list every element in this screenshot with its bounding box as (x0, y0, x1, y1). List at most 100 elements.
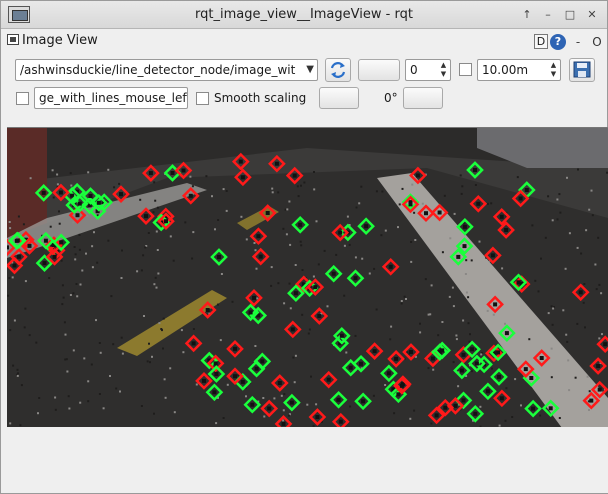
rotate-right-button[interactable] (403, 87, 443, 109)
texture-dot (384, 384, 387, 386)
texture-dot (277, 191, 280, 194)
texture-dot (449, 237, 452, 240)
click-topic-field[interactable]: ge_with_lines_mouse_left (34, 87, 188, 109)
marker-center (415, 173, 420, 178)
texture-dot (414, 239, 417, 241)
marker-center (394, 356, 399, 361)
texture-dot (9, 422, 12, 425)
close-icon[interactable]: ✕ (584, 7, 600, 23)
texture-dot (217, 219, 220, 221)
image-view[interactable] (7, 127, 608, 427)
marker-center (292, 173, 297, 178)
minimize-icon[interactable]: – (540, 7, 556, 23)
dock-close-button[interactable]: - (571, 34, 585, 50)
width-field[interactable] (358, 59, 400, 81)
texture-dot (147, 232, 150, 234)
range-up-icon[interactable]: ▲ (548, 61, 559, 70)
texture-dot (326, 305, 329, 308)
marker-center (148, 171, 153, 176)
help-icon[interactable]: ? (550, 34, 566, 50)
texture-dot (87, 171, 90, 174)
marker-center (290, 327, 295, 332)
texture-dot (28, 334, 31, 337)
marker-center (485, 389, 490, 394)
texture-dot (586, 375, 589, 378)
texture-dot (9, 329, 12, 332)
range-spin-box[interactable]: 10.00m ▲ ▼ (477, 59, 561, 81)
keep-above-icon[interactable]: ↑ (519, 7, 535, 23)
texture-dot (576, 322, 579, 325)
texture-dot (459, 174, 462, 177)
texture-dot (294, 264, 297, 266)
texture-dot (79, 283, 82, 286)
texture-dot (148, 342, 150, 345)
texture-dot (91, 245, 94, 248)
marker-center (212, 390, 217, 395)
texture-dot (591, 214, 594, 217)
texture-dot (245, 238, 248, 241)
range-checkbox[interactable] (459, 63, 472, 76)
refresh-button[interactable] (325, 58, 351, 82)
texture-dot (271, 187, 274, 190)
texture-dot (480, 353, 483, 356)
marker-center (277, 381, 282, 385)
spin-up-icon[interactable]: ▲ (438, 61, 449, 70)
save-image-button[interactable] (569, 58, 595, 82)
texture-dot (552, 307, 555, 310)
texture-dot (540, 257, 542, 260)
texture-dot (313, 171, 315, 173)
range-down-icon[interactable]: ▼ (548, 70, 559, 79)
texture-dot (270, 266, 273, 269)
spin-down-icon[interactable]: ▼ (438, 70, 449, 79)
click-publish-checkbox[interactable] (16, 92, 29, 105)
range-value: 10.00m (482, 63, 529, 77)
texture-dot (136, 270, 139, 273)
rotate-left-button[interactable] (319, 87, 359, 109)
texture-dot (427, 313, 430, 316)
status-area (7, 427, 608, 493)
marker-center (497, 374, 501, 379)
marker-center (461, 398, 466, 403)
marker-center (348, 365, 353, 370)
texture-dot (566, 176, 568, 179)
texture-dot (8, 277, 11, 279)
marker-center (523, 367, 528, 372)
marker-center (353, 276, 358, 281)
dock-float-button[interactable]: O (590, 34, 604, 50)
texture-dot (95, 319, 97, 322)
texture-dot (72, 221, 75, 224)
dock-title-label: Image View (22, 33, 98, 48)
texture-dot (430, 284, 433, 287)
refresh-icon (330, 62, 346, 78)
texture-dot (354, 256, 357, 259)
marker-center (274, 161, 279, 166)
smooth-scaling-checkbox[interactable] (196, 92, 209, 105)
marker-center (396, 392, 401, 397)
texture-dot (56, 183, 59, 186)
texture-dot (76, 295, 79, 298)
texture-dot (151, 355, 153, 358)
topic-select[interactable]: /ashwinsduckie/line_detector_node/image_… (15, 59, 318, 81)
marker-center (453, 403, 458, 408)
texture-dot (173, 411, 176, 414)
marker-center (462, 224, 467, 229)
maximize-icon[interactable]: □ (562, 7, 578, 23)
marker-center (462, 244, 467, 249)
texture-dot (390, 325, 393, 328)
texture-dot (486, 309, 489, 312)
texture-dot (73, 246, 76, 248)
texture-dot (58, 210, 60, 213)
texture-dot (375, 308, 378, 311)
texture-dot (354, 334, 357, 337)
spin-box[interactable]: 0 ▲ ▼ (405, 59, 451, 81)
marker-center (338, 230, 343, 235)
texture-dot (413, 409, 416, 412)
dock-d-button[interactable]: D (534, 34, 548, 49)
texture-dot (48, 277, 51, 279)
texture-dot (54, 396, 57, 399)
texture-dot (300, 184, 302, 187)
marker-center (254, 366, 259, 371)
texture-dot (184, 221, 187, 224)
texture-dot (300, 244, 303, 247)
title-bar[interactable]: rqt_image_view__ImageView - rqt ↑ – □ ✕ (1, 1, 607, 29)
